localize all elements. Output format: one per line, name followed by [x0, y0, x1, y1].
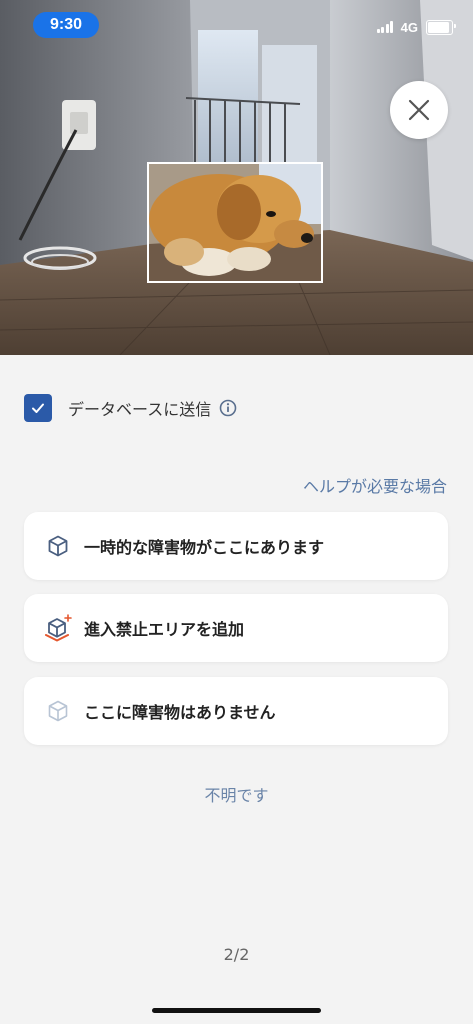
page-indicator: 2/2 [223, 945, 250, 964]
cube-add-zone-icon [44, 614, 72, 642]
option-temporary-obstacle[interactable]: 一時的な障害物がここにあります [24, 512, 448, 580]
database-checkbox[interactable] [24, 394, 52, 422]
status-right: 4G [376, 19, 456, 35]
signal-icon [376, 21, 395, 33]
status-time: 9:30 [33, 12, 99, 38]
option-label: 進入禁止エリアを追加 [84, 620, 245, 639]
cube-outline-icon [44, 697, 72, 725]
info-icon[interactable] [219, 399, 237, 417]
cube-icon [44, 532, 72, 560]
close-button[interactable] [390, 81, 448, 139]
battery-icon [426, 19, 456, 35]
unknown-link[interactable]: 不明です [0, 782, 473, 806]
option-label: ここに障害物はありません [84, 703, 276, 722]
option-label: 一時的な障害物がここにあります [84, 538, 325, 557]
database-checkbox-row: データベースに送信 [24, 393, 237, 423]
status-bar: 9:30 4G [0, 0, 473, 52]
help-link[interactable]: ヘルプが必要な場合 [303, 473, 447, 497]
detection-box [147, 162, 323, 283]
dog-image [149, 164, 321, 281]
option-no-obstacle[interactable]: ここに障害物はありません [24, 677, 448, 745]
database-label: データベースに送信 [68, 400, 212, 419]
home-indicator[interactable] [152, 1008, 321, 1013]
camera-photo [0, 0, 473, 355]
checkmark-icon [32, 403, 44, 413]
option-add-no-go-zone[interactable]: 進入禁止エリアを追加 [24, 594, 448, 662]
close-icon [408, 99, 430, 121]
battery-level [428, 21, 449, 33]
network-label: 4G [400, 19, 418, 35]
